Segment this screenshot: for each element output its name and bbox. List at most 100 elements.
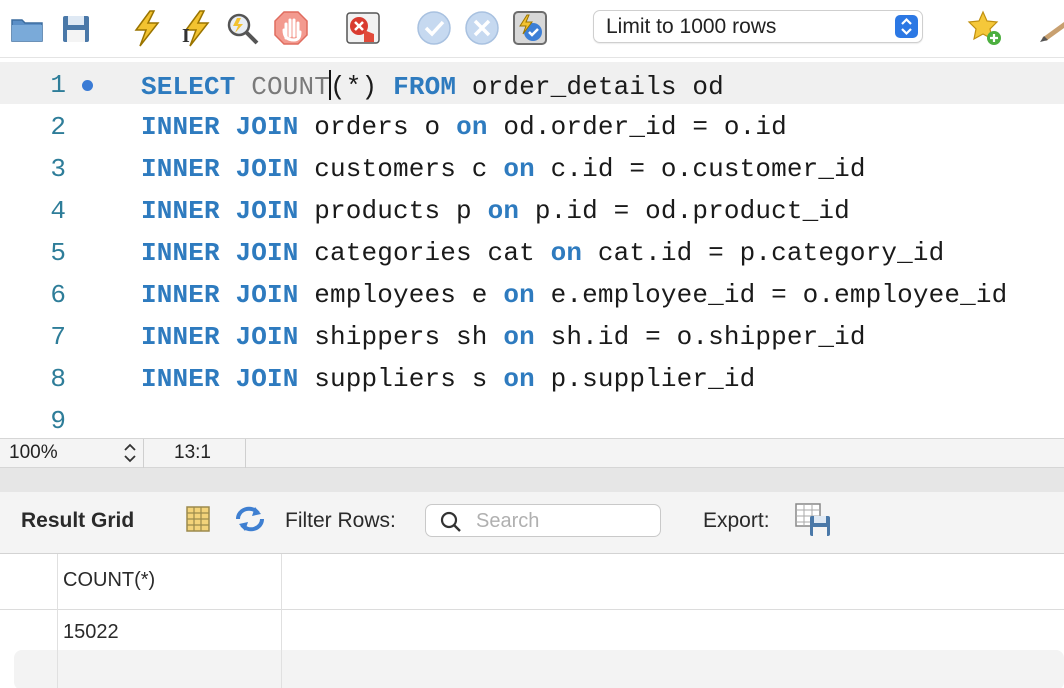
line-number: 1 — [50, 70, 66, 100]
code-text: INNER JOIN employees e on e.employee_id … — [141, 280, 1007, 310]
sql-text: p.id = od.product_id — [519, 196, 850, 226]
row-header-corner — [0, 554, 58, 610]
svg-text:I: I — [182, 25, 190, 47]
row-header[interactable] — [0, 610, 58, 650]
table-cell[interactable] — [58, 650, 282, 688]
sql-text: products p — [298, 196, 488, 226]
code-line[interactable]: 3 INNER JOIN customers c on c.id = o.cust… — [0, 146, 1064, 188]
code-line[interactable]: 8 INNER JOIN suppliers s on p.supplier_id — [0, 356, 1064, 398]
sql-keyword: INNER JOIN — [141, 112, 299, 142]
sql-text: c.id = o.customer_id — [534, 154, 866, 184]
execute-icon[interactable] — [128, 8, 166, 48]
autocommit-icon[interactable] — [511, 8, 549, 48]
explain-icon[interactable] — [223, 8, 261, 48]
rollback-icon[interactable] — [463, 8, 501, 48]
sql-text: employees e — [298, 280, 504, 310]
code-line[interactable]: 6 INNER JOIN employees e on e.employee_id… — [0, 272, 1064, 314]
code-line[interactable]: 4 INNER JOIN products p on p.id = od.prod… — [0, 188, 1064, 230]
execute-current-icon[interactable]: I — [176, 8, 214, 48]
sql-keyword: on — [456, 112, 488, 142]
sql-keyword: SELECT — [141, 72, 236, 102]
sql-text: sh.id = o.shipper_id — [534, 322, 866, 352]
limit-rows-select[interactable]: Limit to 1000 rows — [593, 10, 923, 43]
sql-function: COUNT — [251, 72, 331, 102]
zoom-stepper[interactable]: 100% — [0, 439, 144, 468]
zoom-value: 100% — [9, 442, 58, 463]
sql-text: shippers sh — [298, 322, 504, 352]
sql-keyword: on — [487, 196, 520, 226]
sql-keyword: INNER JOIN — [141, 238, 299, 268]
sql-keyword: FROM — [393, 72, 457, 102]
code-text: INNER JOIN categories cat on cat.id = p.… — [141, 238, 944, 268]
line-number: 8 — [50, 364, 66, 394]
statement-marker-icon — [82, 80, 93, 91]
pane-splitter[interactable] — [0, 468, 1064, 492]
line-number: 7 — [50, 322, 66, 352]
sql-keyword: INNER JOIN — [141, 280, 299, 310]
sql-text: od.order_id = o.id — [487, 112, 787, 142]
result-toolbar: Result Grid Filter Rows: Export: — [0, 492, 1064, 554]
result-grid: COUNT(*) 15022 — [0, 554, 1064, 688]
filter-search-input[interactable] — [476, 509, 651, 533]
line-number: 4 — [50, 196, 66, 226]
sql-keyword: on — [550, 238, 583, 268]
code-line[interactable]: 7 INNER JOIN shippers sh on sh.id = o.shi… — [0, 314, 1064, 356]
sql-keyword: INNER JOIN — [141, 196, 299, 226]
grid-view-icon[interactable] — [184, 505, 212, 533]
sql-keyword: on — [503, 280, 535, 310]
sql-editor[interactable]: 1 SELECT COUNT(*) FROM order_details od 2 I… — [0, 58, 1064, 438]
refresh-icon[interactable] — [232, 504, 268, 534]
save-icon[interactable] — [57, 8, 95, 48]
sql-text: p.supplier_id — [534, 364, 756, 394]
table-row[interactable]: 15022 — [0, 610, 1064, 650]
toggle-error-icon[interactable] — [344, 8, 382, 48]
line-number: 5 — [50, 238, 66, 268]
sql-keyword: on — [503, 154, 535, 184]
sql-text: customers c — [298, 154, 504, 184]
sql-keyword: on — [503, 364, 535, 394]
main-toolbar: I Limit to 1000 rows — [0, 0, 1064, 58]
table-cell[interactable]: 15022 — [58, 610, 282, 650]
sql-keyword: INNER JOIN — [141, 322, 299, 352]
line-number: 2 — [50, 112, 66, 142]
sql-text: e.employee_id = o.employee_id — [534, 280, 1008, 310]
sql-keyword: on — [503, 322, 535, 352]
sql-text: categories cat — [298, 238, 551, 268]
filter-search-box[interactable] — [425, 504, 661, 537]
filter-rows-label: Filter Rows: — [285, 509, 396, 532]
export-icon[interactable] — [794, 502, 832, 538]
editor-status-bar: 100% 13:1 — [0, 438, 1064, 468]
chevron-up-down-icon — [895, 15, 918, 38]
line-number: 9 — [50, 406, 66, 436]
row-header[interactable] — [14, 650, 58, 688]
sql-keyword: INNER JOIN — [141, 364, 299, 394]
code-line[interactable]: 5 INNER JOIN categories cat on cat.id = p… — [0, 230, 1064, 272]
column-header-count[interactable]: COUNT(*) — [58, 554, 282, 610]
beautify-icon[interactable] — [1036, 8, 1064, 48]
sql-text: orders o — [298, 112, 457, 142]
code-line[interactable]: 2 INNER JOIN orders o on od.order_id = o.… — [0, 104, 1064, 146]
chevron-up-down-icon — [122, 442, 138, 464]
search-icon — [440, 511, 462, 533]
code-text: INNER JOIN customers c on c.id = o.custo… — [141, 154, 866, 184]
grid-header-row: COUNT(*) — [0, 554, 1064, 610]
code-text: INNER JOIN shippers sh on sh.id = o.ship… — [141, 322, 866, 352]
sql-text: cat.id = p.category_id — [582, 238, 945, 268]
code-line[interactable]: 9 — [0, 398, 1064, 440]
code-text: INNER JOIN products p on p.id = od.produ… — [141, 196, 850, 226]
sql-text: suppliers s — [298, 364, 504, 394]
table-row[interactable] — [14, 650, 1064, 688]
limit-rows-label: Limit to 1000 rows — [606, 15, 777, 38]
add-snippet-icon[interactable] — [966, 8, 1004, 48]
result-grid-title[interactable]: Result Grid — [21, 509, 134, 533]
line-number: 6 — [50, 280, 66, 310]
cursor-position-value: 13:1 — [174, 442, 211, 463]
code-line[interactable]: 1 SELECT COUNT(*) FROM order_details od — [0, 62, 1064, 104]
cursor-position: 13:1 — [144, 439, 246, 468]
stop-icon[interactable] — [272, 8, 310, 48]
open-folder-icon[interactable] — [8, 8, 46, 48]
commit-icon[interactable] — [415, 8, 453, 48]
sql-text: (*) — [330, 72, 394, 102]
code-text: INNER JOIN orders o on od.order_id = o.i… — [141, 112, 787, 142]
